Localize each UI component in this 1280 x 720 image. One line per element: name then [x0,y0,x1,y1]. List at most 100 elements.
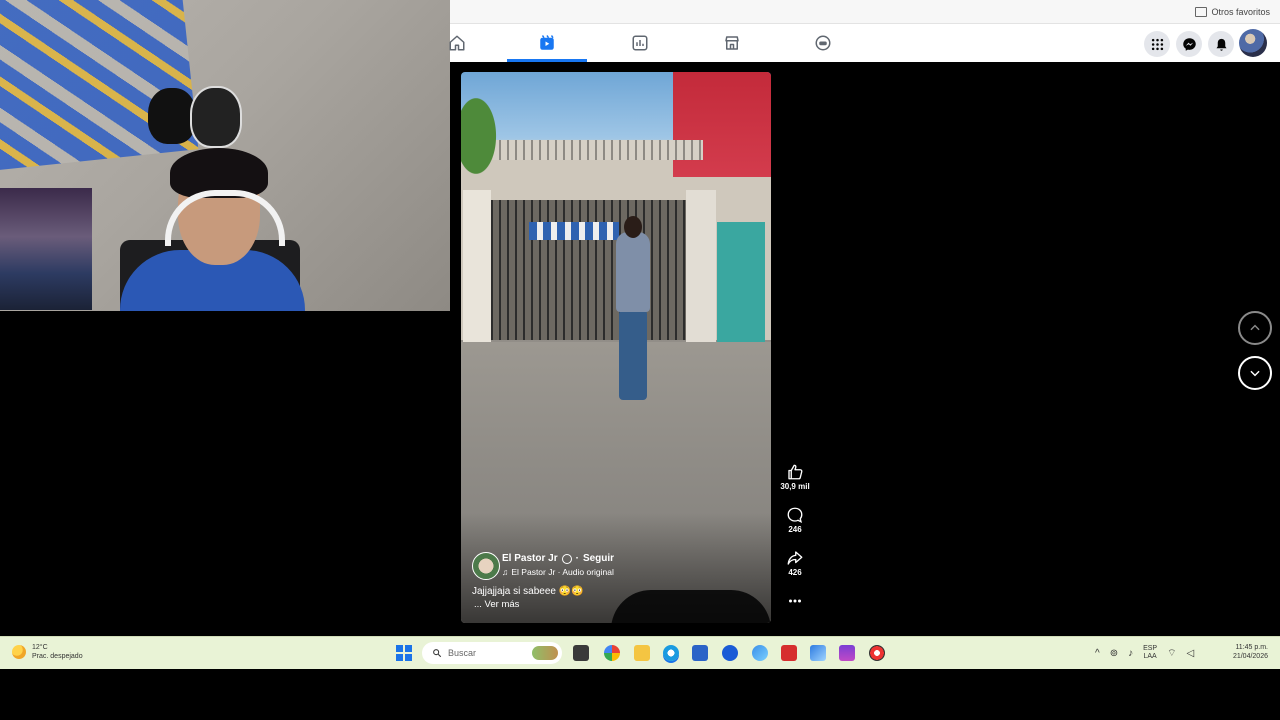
previous-reel-button[interactable] [1238,311,1272,345]
language-code: ESP [1143,645,1158,652]
other-favorites-label: Otros favoritos [1211,7,1270,17]
share-icon [787,551,803,565]
menu-button[interactable] [1144,31,1170,57]
search-highlight-icon [532,646,558,660]
author-avatar[interactable] [472,552,500,580]
tab-gaming[interactable] [783,23,863,62]
notifications-button[interactable] [1208,31,1234,57]
teal-door [717,222,765,342]
mcafee-icon[interactable] [781,645,797,661]
copilot-icon[interactable] [604,645,620,661]
clock-time: 11:45 p.m. [1235,644,1268,651]
taskbar-search[interactable]: Buscar [422,642,562,664]
like-count: 30,9 mil [780,482,810,491]
more-options-button[interactable] [780,592,810,610]
tab-groups[interactable] [600,23,680,62]
favorites-bar: Otros favoritos [450,0,1280,24]
woman-jeans [619,310,647,400]
caption: Jajjajjaja si sabeee 😳😳 [472,586,584,597]
marketplace-icon [725,35,739,50]
weather-text: 12°C Prac. despejado [32,643,83,661]
iron-gate [491,200,686,340]
system-tray: ^ ⊚ ♪ ESP LAA ⌔ ◁ [1095,643,1194,663]
author-line: El Pastor Jr · Seguir [502,553,614,564]
follow-button[interactable]: Seguir [583,553,614,564]
weather-widget[interactable]: 12°C Prac. despejado [12,643,83,661]
profile-avatar[interactable] [1239,29,1267,57]
edge-icon[interactable] [663,645,679,661]
search-icon [433,649,442,658]
other-favorites-button[interactable]: Otros favoritos [1195,5,1270,19]
weather-desc: Prac. despejado [32,653,83,660]
task-view-icon[interactable] [573,645,589,661]
like-button[interactable]: 30,9 mil [780,463,810,491]
dot-separator: · [575,553,579,564]
bell-icon [1216,38,1226,51]
more-icon [789,599,801,603]
audio-label: El Pastor Jr · Audio original [511,567,614,577]
share-count: 426 [788,568,802,577]
helmet [148,88,196,144]
badge-icon [561,553,572,564]
messenger-icon [1182,37,1196,51]
audio-line[interactable]: ♫ El Pastor Jr · Audio original [502,567,614,577]
chevron-up-icon [1250,324,1260,331]
messenger-button[interactable] [1176,31,1202,57]
comment-count: 246 [788,525,802,534]
share-button[interactable]: 426 [780,549,810,577]
wifi-icon[interactable]: ⌔ [1167,647,1176,660]
tab-home[interactable] [417,23,497,62]
volume-icon[interactable]: ◁ [1187,648,1195,659]
helmet [190,86,242,148]
clipchamp-icon[interactable] [839,645,855,661]
edge-beta-icon[interactable] [752,645,768,661]
thumbs-up-icon [788,464,803,480]
see-more-link[interactable]: ... Ver más [474,599,519,610]
woman-hair [624,216,642,238]
pillar [463,190,491,345]
clock-date: 21/04/2026 [1232,653,1268,660]
striped-awning [529,222,619,240]
file-explorer-icon[interactable] [634,645,650,661]
network-icon[interactable]: ⊚ [1110,648,1118,659]
hp-icon[interactable] [722,645,738,661]
comment-icon [787,507,803,524]
webcam-overlay [0,0,450,311]
chevron-up-icon[interactable]: ^ [1095,648,1100,659]
wall-poster [0,188,92,310]
store-icon[interactable] [692,645,708,661]
tab-marketplace[interactable] [692,23,772,62]
browser-header: Otros favoritos [449,0,1280,62]
search-placeholder: Buscar [448,648,477,658]
music-note-icon: ♫ [502,567,509,577]
next-reel-button[interactable] [1238,356,1272,390]
tab-reels[interactable] [507,23,587,62]
folder-icon [1195,7,1208,17]
reel-video[interactable] [461,72,771,623]
red-building [673,72,771,177]
comment-button[interactable]: 246 [780,506,810,534]
pillar [686,190,716,345]
grid-menu-icon [1151,38,1163,50]
woman-shirt [616,232,650,312]
windows-taskbar: 12°C Prac. despejado Buscar ^ ⊚ ♪ ESP LA… [0,636,1280,669]
windows-logo-icon [396,645,403,652]
mail-icon[interactable] [810,645,826,661]
clock[interactable]: 11:45 p.m. 21/04/2026 [1224,643,1268,661]
facebook-nav [449,23,1280,62]
obs-icon[interactable] [869,645,885,661]
mic-icon[interactable]: ♪ [1128,648,1133,659]
weather-temp: 12°C [32,644,48,651]
home-icon [449,35,465,50]
groups-icon [632,35,648,50]
sun-icon [12,645,26,659]
chevron-down-icon [1250,370,1260,377]
video-icon [540,34,554,50]
author-name[interactable]: El Pastor Jr [502,553,558,564]
start-button[interactable] [396,645,412,661]
balcony-railing [493,140,703,160]
wall-graffiti [0,0,199,170]
language-indicator[interactable]: ESP LAA [1143,645,1157,661]
palm-tree [461,92,511,202]
layout-code: LAA [1143,653,1157,660]
